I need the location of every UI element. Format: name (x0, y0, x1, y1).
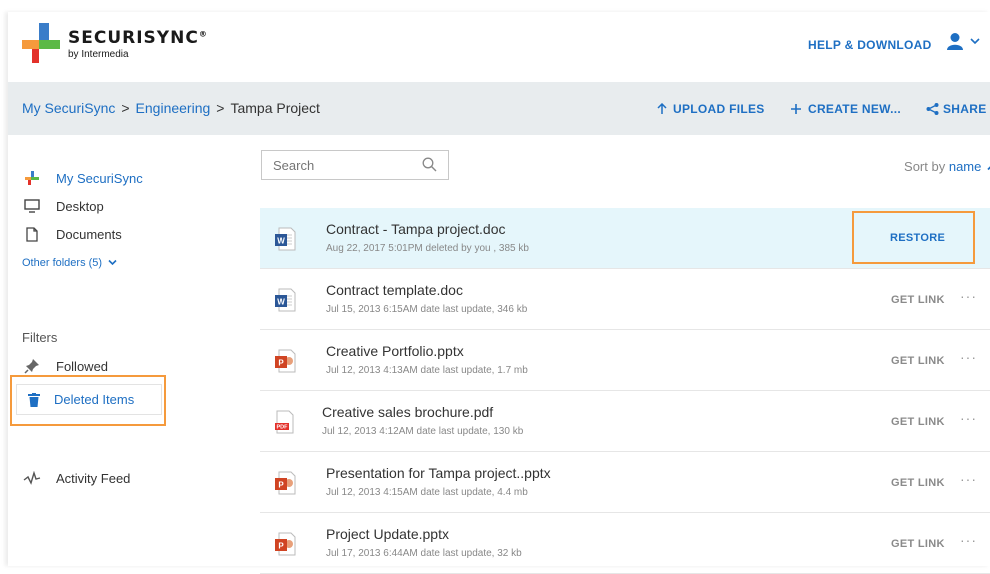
help-download-link[interactable]: HELP & DOWNLOAD (808, 38, 932, 52)
securisync-icon (22, 170, 42, 186)
activity-icon (22, 470, 42, 486)
securisync-logo-icon (22, 23, 60, 63)
app-window: SECURISYNC® by Intermedia HELP & DOWNLOA… (8, 12, 990, 574)
chevron-down-icon (108, 259, 117, 266)
sidebar-item-desktop[interactable]: Desktop (22, 198, 104, 214)
file-name[interactable]: Contract template.doc (326, 282, 463, 298)
share-label: SHARE (943, 102, 987, 116)
breadcrumb-current: Tampa Project (230, 100, 320, 116)
brand-reg: ® (198, 29, 208, 39)
get-link-button[interactable]: GET LINK (891, 538, 945, 550)
filter-followed[interactable]: Followed (22, 358, 108, 374)
search-box (261, 150, 449, 180)
more-options-button[interactable]: ··· (960, 349, 977, 365)
sidebar-item-label: Documents (56, 226, 122, 242)
get-link-button[interactable]: GET LINK (891, 294, 945, 306)
sort-field[interactable]: name (949, 159, 982, 174)
get-link-button[interactable]: GET LINK (891, 477, 945, 489)
monitor-icon (22, 198, 42, 214)
get-link-button[interactable]: GET LINK (891, 355, 945, 367)
restore-highlight: RESTORE (852, 211, 975, 264)
create-new-label: CREATE NEW... (808, 102, 902, 116)
create-new-button[interactable]: CREATE NEW... (790, 102, 901, 116)
svg-text:W: W (277, 237, 285, 246)
arrow-up-icon (657, 103, 667, 114)
powerpoint-file-icon: P (275, 471, 296, 495)
more-options-button[interactable]: ··· (960, 288, 977, 304)
more-options-button[interactable]: ··· (960, 410, 977, 426)
svg-text:W: W (277, 298, 285, 307)
file-name[interactable]: Presentation for Tampa project..pptx (326, 465, 551, 481)
sidebar-item-label: My SecuriSync (56, 170, 143, 186)
deleted-items-highlight: Deleted Items (10, 375, 166, 426)
sidebar-item-my-securisync[interactable]: My SecuriSync (22, 170, 143, 186)
breadcrumb-engineering[interactable]: Engineering (136, 100, 211, 116)
plus-icon (791, 104, 801, 114)
activity-feed-label: Activity Feed (56, 470, 131, 486)
top-bar: SECURISYNC® by Intermedia HELP & DOWNLOA… (8, 12, 990, 82)
sidebar: My SecuriSync Desktop Documents Other fo… (8, 135, 248, 566)
upload-files-button[interactable]: UPLOAD FILES (657, 102, 765, 116)
share-icon (926, 103, 939, 115)
filter-followed-label: Followed (56, 358, 109, 374)
breadcrumb-my-securisync[interactable]: My SecuriSync (22, 100, 115, 116)
filters-heading: Filters (22, 330, 58, 345)
upload-files-label: UPLOAD FILES (673, 102, 765, 116)
svg-text:PDF: PDF (277, 425, 289, 431)
file-row[interactable]: PDF Creative sales brochure.pdf Jul 12, … (260, 391, 990, 452)
powerpoint-file-icon: P (275, 532, 296, 556)
file-row[interactable]: P Creative Portfolio.pptx Jul 12, 2013 4… (260, 330, 990, 391)
more-options-button[interactable]: ··· (960, 471, 977, 487)
sort-prefix: Sort by (904, 159, 946, 174)
more-options-button[interactable]: ··· (960, 532, 977, 548)
get-link-button[interactable]: GET LINK (891, 416, 945, 428)
document-icon (22, 226, 42, 242)
svg-text:P: P (278, 542, 284, 551)
filter-deleted-label: Deleted Items (54, 392, 135, 407)
file-name[interactable]: Creative sales brochure.pdf (322, 404, 493, 420)
pdf-file-icon: PDF (275, 410, 294, 434)
user-icon (947, 33, 963, 50)
file-meta: Aug 22, 2017 5:01PM deleted by you , 385… (326, 243, 529, 254)
file-meta: Jul 15, 2013 6:15AM date last update, 34… (326, 304, 528, 315)
svg-text:P: P (278, 359, 284, 368)
word-file-icon: W (275, 227, 296, 251)
user-menu[interactable] (946, 32, 980, 50)
file-row[interactable]: P Project Update.pptx Jul 17, 2013 6:44A… (260, 513, 990, 574)
sidebar-item-label: Desktop (56, 198, 104, 214)
file-row[interactable]: W Contract - Tampa project.doc Aug 22, 2… (260, 208, 990, 269)
file-row[interactable]: P Presentation for Tampa project..pptx J… (260, 452, 990, 513)
file-meta: Jul 12, 2013 4:13AM date last update, 1.… (326, 365, 528, 376)
svg-text:P: P (278, 481, 284, 490)
file-name[interactable]: Project Update.pptx (326, 526, 449, 542)
breadcrumb: My SecuriSync > Engineering > Tampa Project (22, 100, 320, 116)
other-folders-label: Other folders (5) (22, 257, 103, 269)
file-row[interactable]: W Contract template.doc Jul 15, 2013 6:1… (260, 269, 990, 330)
filter-deleted-items[interactable]: Deleted Items (16, 384, 162, 415)
file-meta: Jul 17, 2013 6:44AM date last update, 32… (326, 548, 522, 559)
breadcrumb-separator: > (216, 100, 225, 116)
share-button[interactable]: SHARE (926, 102, 987, 116)
restore-button[interactable]: RESTORE (890, 232, 945, 244)
file-name[interactable]: Contract - Tampa project.doc (326, 221, 506, 237)
file-meta: Jul 12, 2013 4:12AM date last update, 13… (322, 426, 524, 437)
pin-icon (22, 358, 42, 374)
brand-by: by Intermedia (68, 49, 129, 60)
other-folders-toggle[interactable]: Other folders (5) (22, 257, 117, 269)
sidebar-item-activity-feed[interactable]: Activity Feed (22, 470, 130, 486)
brand-name: SECURISYNC (68, 28, 199, 48)
file-name[interactable]: Creative Portfolio.pptx (326, 343, 464, 359)
search-input[interactable] (271, 151, 415, 179)
brand: SECURISYNC® by Intermedia (68, 28, 208, 60)
path-bar: My SecuriSync > Engineering > Tampa Project … (8, 82, 990, 135)
word-file-icon: W (275, 288, 296, 312)
search-icon[interactable] (422, 157, 437, 172)
chevron-down-icon (970, 38, 980, 45)
trash-icon (28, 392, 40, 407)
powerpoint-file-icon: P (275, 349, 296, 373)
sidebar-item-documents[interactable]: Documents (22, 226, 122, 242)
file-meta: Jul 12, 2013 4:15AM date last update, 4.… (326, 487, 528, 498)
sort-control[interactable]: Sort by name (904, 159, 990, 174)
breadcrumb-separator: > (121, 100, 130, 116)
